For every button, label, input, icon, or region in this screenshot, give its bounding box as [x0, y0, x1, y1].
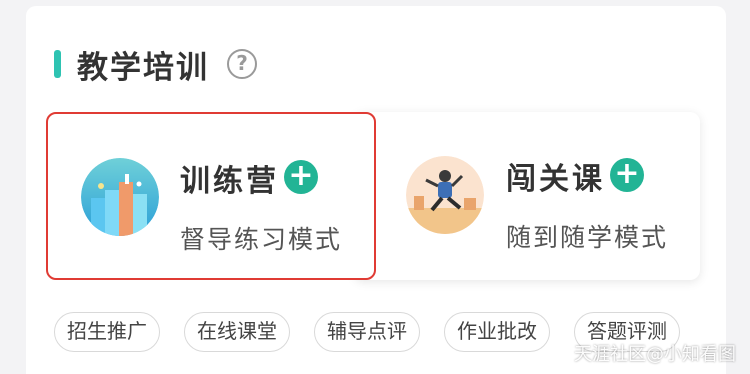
bar-chart-illustration-icon — [81, 158, 159, 236]
tile-level-course[interactable]: 闯关课 + 随到随学模式 — [354, 112, 700, 280]
section-title: 教学培训 — [77, 49, 209, 86]
tag-tutoring-review[interactable]: 辅导点评 — [314, 312, 420, 352]
section-header: 教学培训 ? — [54, 42, 257, 86]
accent-bar — [54, 50, 61, 78]
tile-title: 闯关课 — [506, 162, 605, 197]
tile-training-camp[interactable]: 训练营 + 督导练习模式 — [46, 112, 376, 280]
watermark: 天涯社区@小知看图 — [574, 344, 736, 365]
tile-subtitle: 随到随学模式 — [506, 223, 669, 252]
tag-online-class[interactable]: 在线课堂 — [184, 312, 290, 352]
tag-enrollment[interactable]: 招生推广 — [54, 312, 160, 352]
add-icon[interactable]: + — [284, 160, 318, 194]
tile-title: 训练营 — [180, 164, 279, 199]
add-icon[interactable]: + — [610, 158, 644, 192]
tile-subtitle: 督导练习模式 — [180, 225, 343, 254]
runner-illustration-icon — [406, 156, 484, 234]
help-icon[interactable]: ? — [227, 49, 257, 79]
tag-homework-grading[interactable]: 作业批改 — [444, 312, 550, 352]
